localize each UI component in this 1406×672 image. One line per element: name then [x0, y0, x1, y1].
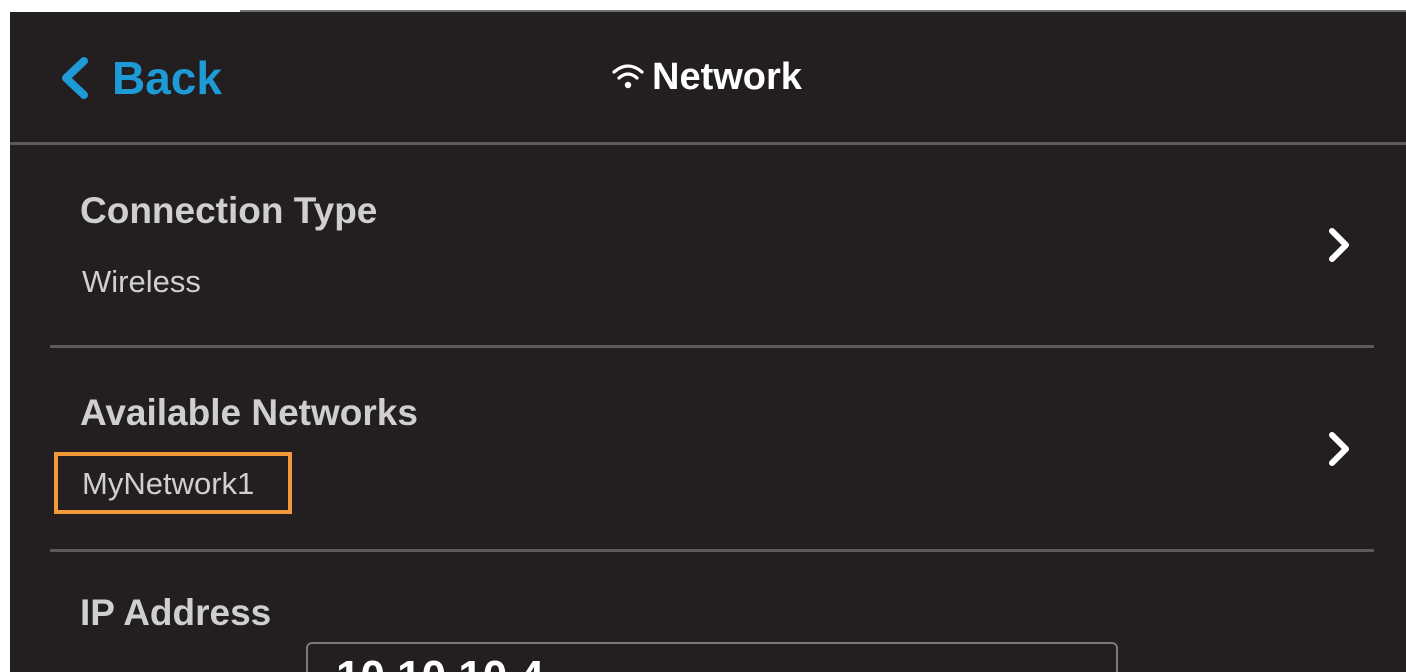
- ip-address-value: 10.10.10.4: [336, 652, 544, 672]
- network-settings-screen: Back Network Connection Type Wireless Av…: [10, 12, 1406, 672]
- header-bar: Back Network: [10, 12, 1406, 142]
- chevron-right-icon: [1329, 432, 1349, 466]
- ip-address-input[interactable]: 10.10.10.4: [306, 642, 1118, 672]
- page-title-group: Network: [610, 52, 802, 102]
- chevron-right-icon: [1329, 228, 1349, 262]
- wifi-icon: [612, 64, 644, 89]
- ip-address-title: IP Address: [80, 592, 272, 633]
- available-networks-title: Available Networks: [80, 392, 418, 433]
- highlight-annotation-box: [54, 452, 292, 514]
- row-divider: [50, 345, 1374, 348]
- back-button[interactable]: Back: [56, 48, 222, 108]
- chevron-left-icon: [62, 57, 88, 99]
- page-title: Network: [652, 55, 802, 98]
- connection-type-row[interactable]: Connection Type Wireless: [50, 162, 1374, 342]
- connection-type-value: Wireless: [82, 264, 201, 299]
- header-divider: [10, 142, 1406, 145]
- connection-type-title: Connection Type: [80, 190, 378, 231]
- row-divider: [50, 549, 1374, 552]
- back-label: Back: [112, 52, 222, 104]
